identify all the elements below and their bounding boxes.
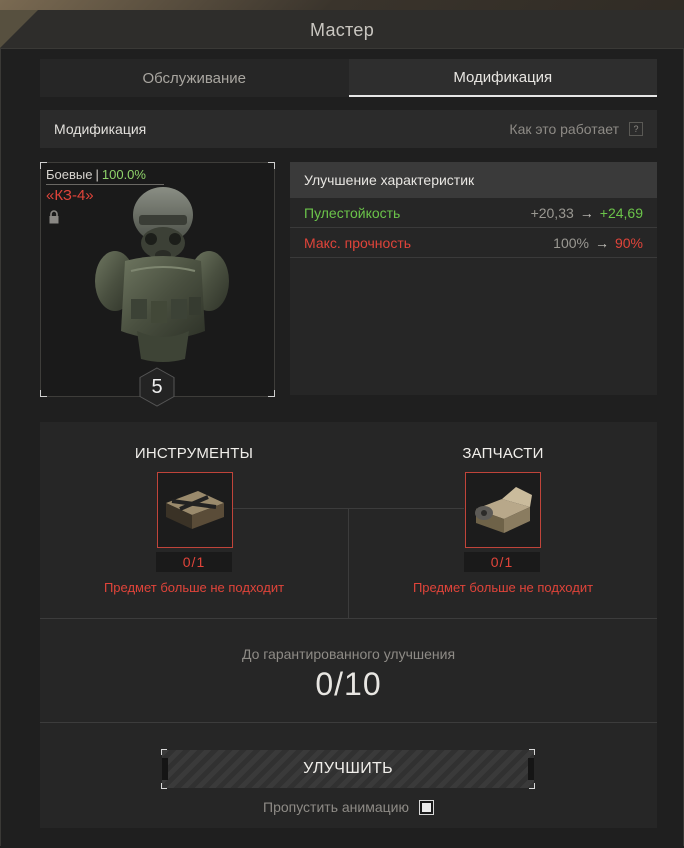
corner-marker [161,783,167,789]
corner-marker [529,749,535,755]
guarantee-counter: 0/10 [315,666,382,702]
item-type: Боевые [46,167,93,182]
armor-suit-icon [95,187,229,362]
upgrade-button-label: УЛУЧШИТЬ [303,760,393,777]
item-type-separator: | [95,167,99,182]
corner-marker [40,390,47,397]
tab-maintenance[interactable]: Обслуживание [40,59,349,97]
window-title: Мастер [309,20,375,40]
help-icon[interactable]: ? [629,122,643,136]
toolbox-icon [166,491,224,529]
tools-column: ИНСТРУМЕНТЫ 0/1 Предмет больше не подход… [40,422,348,618]
parts-column: ЗАПЧАСТИ 0/1 Предмет больше не подходит [349,422,657,618]
item-name: «КЗ-4» [46,187,94,204]
corner-marker [268,162,275,169]
button-cap-right [528,758,534,780]
divider [40,722,657,723]
stat-to: +24,69 [599,204,643,221]
tools-title: ИНСТРУМЕНТЫ [134,445,254,462]
arrow-right-icon: → [594,234,609,251]
title-bar: Мастер [0,10,684,49]
tools-warning: Предмет больше не подходит [103,580,285,595]
modification-header: Модификация Как это работает ? [40,110,657,148]
tools-count: 0/1 [156,552,232,572]
corner-marker [529,783,535,789]
lock-icon [49,210,59,224]
stat-name: Макс. прочность [304,234,412,251]
stat-to: 90% [614,234,643,251]
stat-values: 100% → 90% [553,235,643,251]
corner-marker [161,749,167,755]
modification-header-label: Модификация [54,121,147,137]
guarantee-label: До гарантированного улучшения [241,646,456,662]
upgrade-button[interactable]: УЛУЧШИТЬ [161,749,535,789]
how-it-works-label: Как это работает [509,121,619,137]
stat-row-max-durability: Макс. прочность 100% → 90% [290,228,657,258]
stat-from: +20,33 [530,204,574,221]
stats-panel: Улучшение характеристик Пулестойкость +2… [290,162,657,395]
parts-warning: Предмет больше не подходит [412,580,594,595]
stat-name: Пулестойкость [304,204,401,221]
parts-title: ЗАПЧАСТИ [462,445,544,462]
skip-animation-row: Пропустить анимацию [40,799,657,815]
stats-header: Улучшение характеристик [290,162,657,198]
arrow-right-icon: → [579,204,594,221]
corner-marker [268,390,275,397]
parts-box-icon [475,487,532,533]
item-level: 5 [151,375,163,398]
skip-animation-checkbox[interactable] [418,799,434,815]
how-it-works-link[interactable]: Как это работает ? [509,121,643,137]
parts-slot[interactable] [465,472,541,548]
tab-modification[interactable]: Модификация [348,59,657,97]
checkbox-check-icon [421,802,431,812]
skip-animation-label: Пропустить анимацию [263,799,409,815]
button-cap-left [162,758,168,780]
stat-row-bullet-resistance: Пулестойкость +20,33 → +24,69 [290,198,657,228]
parts-count: 0/1 [464,552,540,572]
tab-bar: Обслуживание Модификация [40,59,657,97]
stat-values: +20,33 → +24,69 [531,205,643,221]
master-window: Мастер Обслуживание Модификация Модифика… [0,10,684,848]
item-condition: 100.0% [101,167,146,182]
tools-slot[interactable] [157,472,233,548]
divider [40,618,657,619]
materials-panel: ИНСТРУМЕНТЫ 0/1 Предмет больше не подход… [40,422,657,828]
stat-from: 100% [553,234,589,251]
item-card[interactable]: Боевые | 100.0% «КЗ-4» 5 [40,162,275,407]
item-type-line: Боевые | 100.0% [46,167,146,182]
